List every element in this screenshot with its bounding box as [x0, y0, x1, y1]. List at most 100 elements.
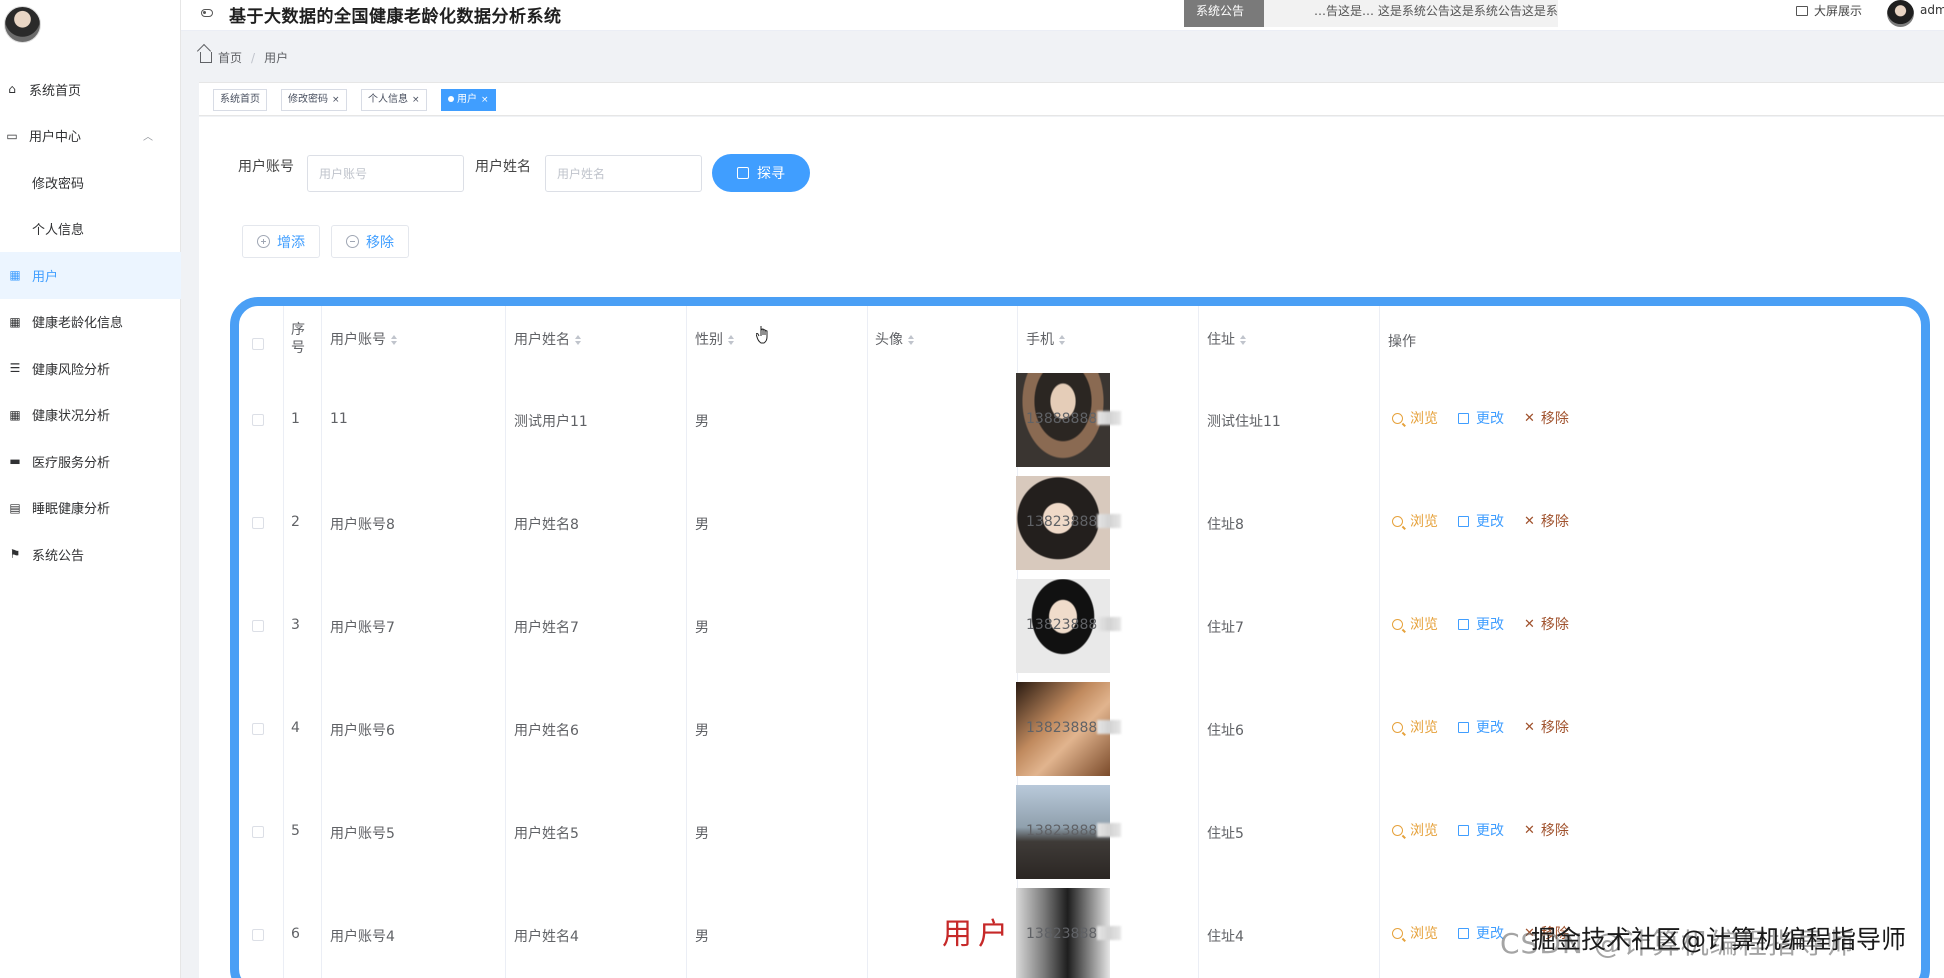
edit-button[interactable]: 更改 [1458, 408, 1504, 428]
column-divider [505, 306, 506, 978]
sidebar-item-announcements[interactable]: ⚑ 系统公告 [0, 531, 181, 578]
tag-profile[interactable]: 个人信息 × [361, 89, 427, 111]
delete-button[interactable]: ✕ 移除 [1524, 408, 1569, 428]
sidebar-item-user-center[interactable]: ▭ 用户中心 ︿ [0, 113, 181, 160]
toggle-icon[interactable] [201, 9, 213, 17]
delete-button[interactable]: ✕ 移除 [1524, 511, 1569, 531]
phone-masked [1097, 411, 1122, 425]
header-avatar[interactable]: 头像 [875, 329, 915, 349]
sidebar-item-users[interactable]: ▦ 用户 [0, 252, 181, 299]
row-checkbox[interactable] [252, 929, 264, 941]
app-root: ⌂ 系统首页 ▭ 用户中心 ︿ 修改密码 个人信息 ▦ 用户 ▦ 健康老龄化信息 [0, 0, 1944, 978]
close-icon[interactable]: × [412, 95, 420, 105]
sidebar-item-home[interactable]: ⌂ 系统首页 [0, 66, 181, 113]
cell-name: 用户姓名4 [514, 929, 579, 945]
sort-icon[interactable] [728, 335, 735, 345]
delete-button[interactable]: ✕ 移除 [1524, 820, 1569, 840]
view-label: 浏览 [1410, 514, 1438, 530]
sidebar-item-risk-analysis[interactable]: ☰ 健康风险分析 [0, 345, 181, 392]
edit-button[interactable]: 更改 [1458, 614, 1504, 634]
close-icon: ✕ [1524, 822, 1535, 838]
phone-masked [1097, 720, 1122, 734]
header-gender[interactable]: 性别 [695, 329, 735, 349]
sidebar-item-status-analysis[interactable]: ▦ 健康状况分析 [0, 392, 181, 439]
edit-icon [1458, 824, 1469, 836]
sort-icon[interactable] [391, 335, 398, 345]
view-button[interactable]: 浏览 [1392, 923, 1438, 943]
username[interactable]: adm [1920, 3, 1944, 17]
cell-address: 测试住址11 [1207, 414, 1281, 430]
avatar[interactable] [1887, 0, 1914, 27]
close-icon[interactable]: × [481, 95, 489, 105]
add-button[interactable]: 增添 [242, 225, 320, 258]
cell-index: 2 [291, 514, 300, 530]
search-button-label: 探寻 [757, 166, 785, 182]
header-phone[interactable]: 手机 [1026, 329, 1066, 349]
header-account[interactable]: 用户账号 [330, 329, 398, 349]
phone-masked [1097, 514, 1122, 528]
sidebar-menu: ⌂ 系统首页 ▭ 用户中心 ︿ 修改密码 个人信息 ▦ 用户 ▦ 健康老龄化信息 [0, 66, 181, 578]
edit-button[interactable]: 更改 [1458, 511, 1504, 531]
sidebar-avatar[interactable] [4, 6, 41, 43]
grid-icon: ▦ [9, 314, 21, 329]
edit-label: 更改 [1476, 514, 1504, 530]
breadcrumb-home[interactable]: 首页 [218, 49, 242, 66]
tags-view: 系统首页 修改密码 × 个人信息 × 用户 × [199, 82, 1944, 116]
clipboard-icon: ▤ [9, 500, 21, 515]
delete-button[interactable]: ✕ 移除 [1524, 614, 1569, 634]
minus-circle-icon [346, 235, 359, 248]
remove-button[interactable]: 移除 [331, 225, 409, 258]
tag-home[interactable]: 系统首页 [213, 89, 267, 111]
view-button[interactable]: 浏览 [1392, 614, 1438, 634]
name-search-input[interactable] [545, 155, 702, 192]
header-label: 用户姓名 [514, 332, 570, 348]
search-icon [1392, 515, 1403, 527]
home-icon [200, 52, 212, 63]
cell-index: 5 [291, 823, 300, 839]
header-name[interactable]: 用户姓名 [514, 329, 582, 349]
plus-circle-icon [257, 235, 270, 248]
big-screen-label: 大屏展示 [1814, 4, 1863, 18]
sort-icon[interactable] [908, 335, 915, 345]
tag-users[interactable]: 用户 × [441, 89, 496, 111]
search-button[interactable]: 探寻 [712, 154, 810, 192]
flag-icon: ⚑ [9, 547, 21, 562]
sidebar-item-change-password[interactable]: 修改密码 [0, 159, 181, 206]
sidebar-item-sleep-analysis[interactable]: ▤ 睡眠健康分析 [0, 485, 181, 532]
header-index: 序号 [291, 322, 305, 356]
cell-phone: 13823888 [1026, 926, 1122, 942]
header-label: 性别 [695, 332, 723, 348]
view-label: 浏览 [1410, 617, 1438, 633]
view-button[interactable]: 浏览 [1392, 408, 1438, 428]
column-divider [1379, 306, 1380, 978]
sidebar-item-aging-info[interactable]: ▦ 健康老龄化信息 [0, 299, 181, 346]
row-checkbox[interactable] [252, 414, 264, 426]
row-checkbox[interactable] [252, 517, 264, 529]
edit-icon [1458, 515, 1469, 527]
tag-change-password[interactable]: 修改密码 × [281, 89, 347, 111]
row-checkbox[interactable] [252, 826, 264, 838]
row-checkbox[interactable] [252, 723, 264, 735]
header-ops: 操作 [1388, 334, 1416, 350]
sort-icon[interactable] [1240, 335, 1247, 345]
view-button[interactable]: 浏览 [1392, 820, 1438, 840]
sidebar-item-medical-analysis[interactable]: ▬ 医疗服务分析 [0, 438, 181, 485]
select-all-checkbox[interactable] [252, 338, 264, 350]
sort-icon[interactable] [1059, 335, 1066, 345]
account-search-input[interactable] [307, 155, 464, 192]
sidebar-item-profile[interactable]: 个人信息 [0, 206, 181, 253]
column-divider [1198, 306, 1199, 978]
sort-icon[interactable] [575, 335, 582, 345]
delete-button[interactable]: ✕ 移除 [1524, 717, 1569, 737]
edit-button[interactable]: 更改 [1458, 820, 1504, 840]
view-button[interactable]: 浏览 [1392, 717, 1438, 737]
delete-label: 移除 [1540, 514, 1569, 530]
big-screen-button[interactable]: 大屏展示 [1796, 2, 1862, 19]
view-button[interactable]: 浏览 [1392, 511, 1438, 531]
edit-button[interactable]: 更改 [1458, 717, 1504, 737]
edit-icon [1458, 618, 1469, 630]
header-address[interactable]: 住址 [1207, 329, 1247, 349]
edit-button[interactable]: 更改 [1458, 923, 1504, 943]
row-checkbox[interactable] [252, 620, 264, 632]
close-icon[interactable]: × [332, 95, 340, 105]
